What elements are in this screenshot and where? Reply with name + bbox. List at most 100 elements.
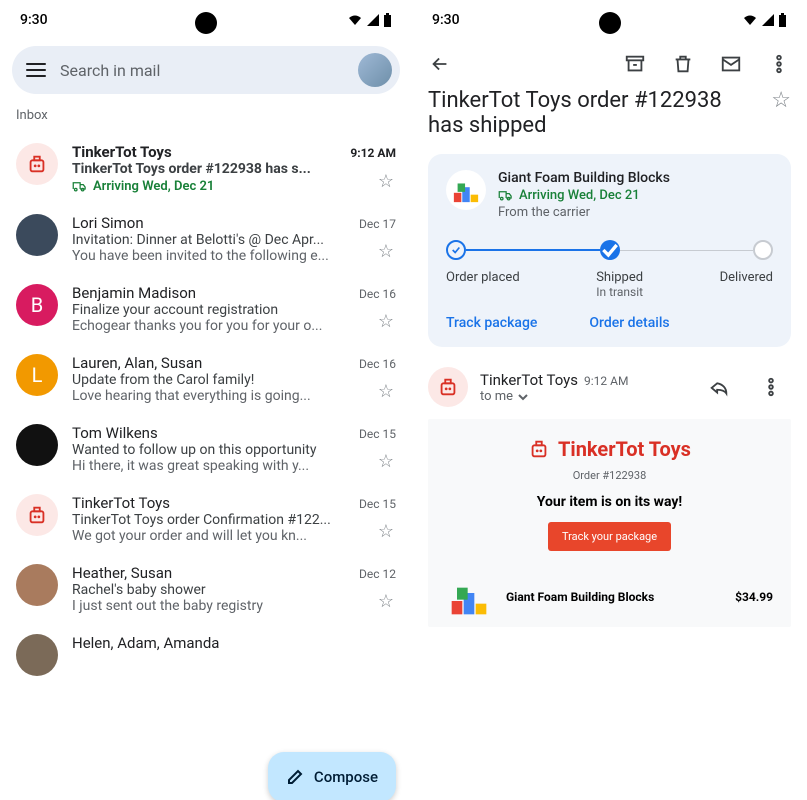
truck-icon <box>498 188 513 203</box>
star-button[interactable]: ☆ <box>378 451 394 472</box>
signal-icon <box>761 13 775 27</box>
order-item-row: Giant Foam Building Blocks $34.99 <box>442 577 777 617</box>
message-header: TinkerTot Toys 9:12 AM to me <box>412 359 807 415</box>
recipient-expand[interactable]: to me <box>480 389 628 404</box>
track-package-link[interactable]: Track package <box>446 315 537 331</box>
message-row[interactable]: Helen, Adam, Amanda <box>0 622 412 684</box>
message-row[interactable]: Heather, Susan Dec 12Rachel's baby shower… <box>0 552 412 622</box>
star-button[interactable]: ☆ <box>378 241 394 262</box>
mark-unread-button[interactable] <box>711 44 751 84</box>
compose-button[interactable]: Compose <box>268 752 396 800</box>
sender-name: TinkerTot Toys <box>480 371 578 389</box>
shipping-progress <box>446 240 773 260</box>
message-subject: Rachel's baby shower <box>72 582 396 598</box>
sender-avatar <box>16 143 58 185</box>
account-avatar[interactable] <box>358 53 392 87</box>
star-button[interactable]: ☆ <box>378 381 394 402</box>
sender-avatar: B <box>16 284 58 326</box>
message-row[interactable]: BBenjamin MadisonDec 16Finalize your acc… <box>0 272 412 342</box>
message-toolbar <box>412 40 807 88</box>
message-row[interactable]: Tom Wilkens Dec 15Wanted to follow up on … <box>0 412 412 482</box>
sender-avatar <box>16 424 58 466</box>
shipping-status: Arriving Wed, Dec 21 <box>72 179 396 194</box>
product-thumbnail <box>446 170 486 210</box>
sender-name: Heather, Susan <box>72 564 172 582</box>
message-subject: Update from the Carol family! <box>72 372 396 388</box>
menu-icon[interactable] <box>26 63 46 77</box>
camera-notch <box>599 12 621 34</box>
message-row[interactable]: TinkerTot ToysDec 15TinkerTot Toys order… <box>0 482 412 552</box>
battery-icon <box>778 13 787 28</box>
message-snippet: I just sent out the baby registry <box>72 598 396 614</box>
message-date: Dec 15 <box>359 427 396 441</box>
sender-avatar <box>16 214 58 256</box>
search-bar[interactable]: Search in mail <box>12 46 400 94</box>
sender-name: Benjamin Madison <box>72 284 196 302</box>
message-date: Dec 16 <box>359 357 396 371</box>
status-time: 9:30 <box>432 12 460 28</box>
sender-name: TinkerTot Toys <box>72 143 172 161</box>
message-row[interactable]: TinkerTot Toys9:12 AMTinkerTot Toys orde… <box>0 131 412 202</box>
brand-header: TinkerTot Toys <box>442 437 777 461</box>
message-row[interactable]: L Lauren, Alan, Susan Dec 16Update from th… <box>0 342 412 412</box>
section-label: Inbox <box>0 104 412 131</box>
wifi-icon <box>742 13 758 27</box>
sender-avatar[interactable] <box>428 367 468 407</box>
step-placed-dot <box>446 240 466 260</box>
tracking-source: From the carrier <box>498 205 670 220</box>
message-snippet: Love hearing that everything is going... <box>72 388 396 404</box>
star-button[interactable]: ☆ <box>378 171 394 192</box>
item-price: $34.99 <box>735 590 773 604</box>
sender-name: Tom Wilkens <box>72 424 158 442</box>
message-time: 9:12 AM <box>584 374 628 388</box>
status-bar: 9:30 <box>0 0 412 40</box>
track-package-button[interactable]: Track your package <box>548 522 671 551</box>
step-placed-label: Order placed <box>446 270 520 299</box>
message-snippet: We got your order and will let you kn... <box>72 528 396 544</box>
search-placeholder: Search in mail <box>60 61 344 80</box>
back-button[interactable] <box>420 44 460 84</box>
archive-button[interactable] <box>615 44 655 84</box>
message-pane: 9:30 TinkerTot Toys order #122938 has sh… <box>412 0 807 800</box>
reply-button[interactable] <box>699 367 739 407</box>
sender-avatar: L <box>16 354 58 396</box>
message-more-button[interactable] <box>751 367 791 407</box>
product-name: Giant Foam Building Blocks <box>498 170 670 186</box>
step-delivered-dot <box>753 240 773 260</box>
message-date: Dec 16 <box>359 287 396 301</box>
message-snippet: Echogear thanks you for you for your o..… <box>72 318 396 334</box>
onway-heading: Your item is on its way! <box>442 494 777 510</box>
sender-avatar <box>16 634 58 676</box>
chevron-down-icon <box>517 391 529 403</box>
step-shipped-dot <box>600 240 620 260</box>
pencil-icon <box>286 768 304 786</box>
sender-name: TinkerTot Toys <box>72 494 170 512</box>
sender-name: Helen, Adam, Amanda <box>72 634 219 652</box>
sender-name: Lauren, Alan, Susan <box>72 354 202 372</box>
more-button[interactable] <box>759 44 799 84</box>
star-button[interactable]: ☆ <box>378 591 394 612</box>
step-delivered-label: Delivered <box>720 270 773 299</box>
sender-avatar <box>16 564 58 606</box>
message-snippet: You have been invited to the following e… <box>72 248 396 264</box>
status-bar: 9:30 <box>412 0 807 40</box>
star-button[interactable]: ☆ <box>771 88 791 138</box>
item-thumbnail <box>446 577 492 617</box>
star-button[interactable]: ☆ <box>378 311 394 332</box>
star-button[interactable]: ☆ <box>378 521 394 542</box>
order-number: Order #122938 <box>442 469 777 482</box>
status-icons <box>742 13 787 28</box>
delete-button[interactable] <box>663 44 703 84</box>
message-row[interactable]: Lori SimonDec 17Invitation: Dinner at Be… <box>0 202 412 272</box>
message-subject: Wanted to follow up on this opportunity <box>72 442 396 458</box>
order-details-link[interactable]: Order details <box>589 315 669 331</box>
status-icons <box>347 13 392 28</box>
robot-icon <box>528 438 550 460</box>
message-date: Dec 17 <box>359 217 396 231</box>
message-subject: TinkerTot Toys order Confirmation #122..… <box>72 512 396 528</box>
sender-name: Lori Simon <box>72 214 144 232</box>
package-tracking-card: Giant Foam Building Blocks Arriving Wed,… <box>428 154 791 347</box>
item-name: Giant Foam Building Blocks <box>506 590 721 604</box>
message-subject: TinkerTot Toys order #122938 has s... <box>72 161 396 177</box>
message-date: Dec 12 <box>359 567 396 581</box>
